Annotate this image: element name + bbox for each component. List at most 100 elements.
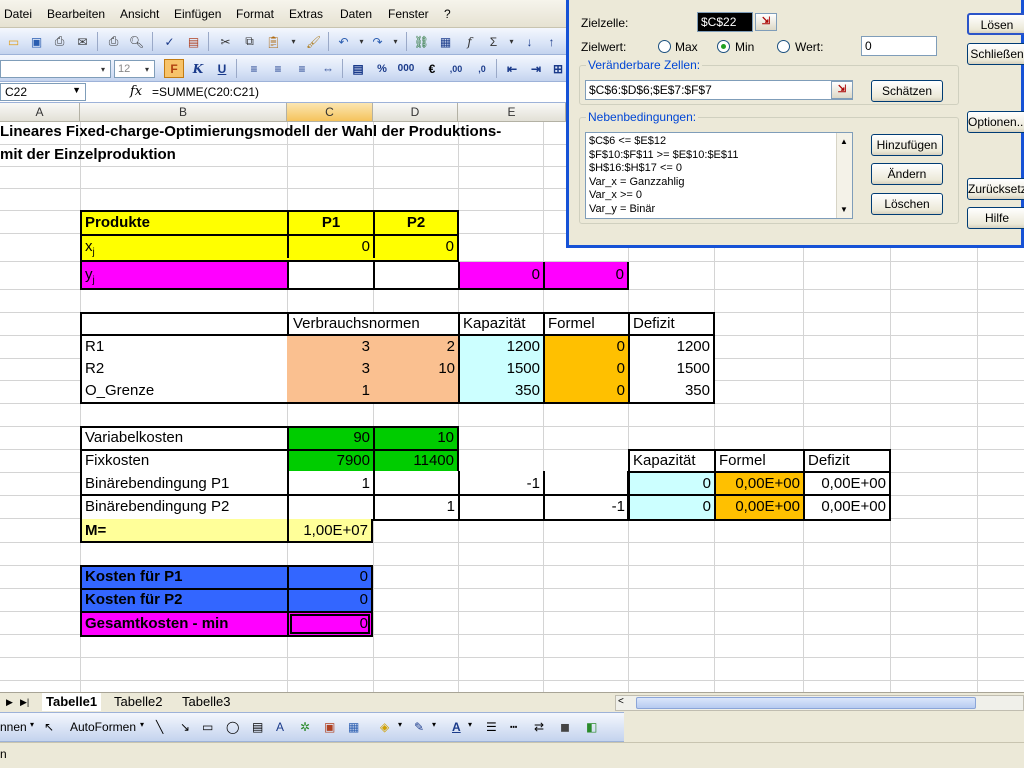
chart-icon[interactable]: ▦: [436, 32, 455, 51]
fill-color-icon[interactable]: ◈: [380, 720, 389, 734]
chevron-down-icon[interactable]: ▾: [398, 720, 402, 729]
menu-extras[interactable]: Extras: [289, 7, 323, 21]
collapse-dialog-icon[interactable]: ⇲: [831, 81, 853, 99]
increase-decimal-icon[interactable]: ,00: [446, 59, 466, 78]
research-icon[interactable]: ▤: [184, 32, 203, 51]
scroll-up-icon[interactable]: ▲: [840, 135, 848, 149]
column-header-c[interactable]: C: [287, 103, 373, 122]
autosum-dropdown-icon[interactable]: ▾: [502, 32, 521, 51]
zuruecksetzen-button[interactable]: Zurücksetzen: [967, 178, 1024, 200]
table-cell[interactable]: 0: [630, 473, 714, 495]
redo-icon[interactable]: ↷: [368, 32, 387, 51]
chevron-down-icon[interactable]: ▾: [140, 720, 144, 729]
hinzufuegen-button[interactable]: Hinzufügen: [871, 134, 943, 156]
table-cell[interactable]: 0: [545, 336, 628, 358]
decrease-indent-icon[interactable]: ⇤: [502, 59, 522, 78]
arrow-tool-icon[interactable]: ↘: [180, 720, 190, 734]
underline-button[interactable]: U: [212, 59, 232, 78]
zielzelle-input[interactable]: $C$22: [697, 12, 753, 32]
kosten-p2-cell[interactable]: 0: [289, 589, 371, 611]
table-cell[interactable]: 11400: [375, 450, 457, 472]
autoformen-menu[interactable]: AutoFormen: [70, 720, 136, 734]
function-icon[interactable]: f: [460, 32, 479, 51]
column-header-e[interactable]: E: [458, 103, 566, 122]
menu-help[interactable]: ?: [444, 7, 451, 21]
new-icon[interactable]: ▭: [4, 32, 23, 51]
scrollbar-thumb[interactable]: [636, 697, 976, 709]
function-wizard-icon[interactable]: fx: [130, 84, 142, 99]
print-preview-icon[interactable]: 🔍︎: [127, 32, 146, 51]
table-cell[interactable]: 350: [630, 380, 713, 402]
table-cell[interactable]: 350: [460, 380, 543, 402]
name-box[interactable]: C22 ▼: [0, 83, 86, 101]
x-p2-cell[interactable]: 0: [373, 236, 457, 258]
euro-icon[interactable]: €: [422, 59, 442, 78]
select-pointer-icon[interactable]: ↖: [44, 720, 54, 734]
m-value-cell[interactable]: 1,00E+07: [289, 520, 371, 542]
textbox-tool-icon[interactable]: ▤: [252, 720, 263, 734]
table-cell[interactable]: 0,00E+00: [716, 496, 803, 518]
font-color-icon[interactable]: A: [452, 720, 461, 734]
draw-menu[interactable]: nnen: [0, 720, 27, 734]
table-cell[interactable]: 1200: [460, 336, 543, 358]
scroll-down-icon[interactable]: ▼: [840, 203, 848, 217]
schaetzen-button[interactable]: Schätzen: [871, 80, 943, 102]
table-cell[interactable]: 10: [373, 358, 458, 380]
tab-scroll-last-icon[interactable]: ▶|: [16, 693, 33, 711]
diagram-icon[interactable]: ✲: [300, 720, 310, 734]
tab-scroll-next-icon[interactable]: ▶: [2, 693, 17, 711]
copy-icon[interactable]: ⧉: [240, 32, 259, 51]
shadow-style-icon[interactable]: ◼: [560, 720, 570, 734]
column-header-b[interactable]: B: [80, 103, 287, 122]
table-cell[interactable]: 7900: [289, 450, 373, 472]
menu-fenster[interactable]: Fenster: [388, 7, 429, 21]
table-cell[interactable]: 2: [373, 336, 458, 358]
list-item[interactable]: $C$6 <= $E$12: [589, 135, 849, 149]
table-cell[interactable]: 0,00E+00: [805, 473, 889, 495]
veraenderbare-zellen-input[interactable]: $C$6:$D$6;$E$7:$F$7: [585, 80, 853, 100]
list-item[interactable]: $F$10:$F$11 >= $E$10:$E$11: [589, 149, 849, 163]
arrow-style-icon[interactable]: ⇄: [534, 720, 544, 734]
rectangle-tool-icon[interactable]: ▭: [202, 720, 213, 734]
kosten-p1-cell[interactable]: 0: [289, 566, 371, 588]
list-item[interactable]: Var_x >= 0: [589, 189, 849, 203]
x-p1-cell[interactable]: 0: [287, 236, 373, 258]
y-e-cell[interactable]: 0: [460, 264, 543, 286]
table-cell[interactable]: 90: [289, 427, 373, 449]
constraints-list[interactable]: $C$6 <= $E$12 $F$10:$F$11 >= $E$10:$E$11…: [585, 132, 853, 219]
3d-style-icon[interactable]: ◧: [586, 720, 597, 734]
menu-format[interactable]: Format: [236, 7, 274, 21]
sort-ascending-icon[interactable]: ↓: [520, 32, 539, 51]
loesen-button[interactable]: Lösen: [967, 13, 1024, 35]
horizontal-scrollbar[interactable]: <: [615, 695, 1024, 711]
undo-icon[interactable]: ↶: [334, 32, 353, 51]
autosum-icon[interactable]: Σ: [484, 32, 503, 51]
align-left-icon[interactable]: ≡: [244, 59, 264, 78]
wordart-icon[interactable]: A: [276, 720, 284, 734]
currency-icon[interactable]: ▤: [348, 59, 368, 78]
tab-tabelle1[interactable]: Tabelle1: [42, 693, 102, 711]
thousands-icon[interactable]: 000: [396, 59, 416, 78]
list-item[interactable]: $H$16:$H$17 <= 0: [589, 162, 849, 176]
menu-einfuegen[interactable]: Einfügen: [174, 7, 221, 21]
table-cell[interactable]: 1200: [630, 336, 713, 358]
align-right-icon[interactable]: ≡: [292, 59, 312, 78]
table-cell[interactable]: 0,00E+00: [805, 496, 889, 518]
chevron-down-icon[interactable]: ▾: [432, 720, 436, 729]
format-painter-icon[interactable]: 🖌︎: [304, 32, 323, 51]
dash-style-icon[interactable]: ┅: [510, 720, 517, 734]
menu-bearbeiten[interactable]: Bearbeiten: [47, 7, 105, 21]
column-header-a[interactable]: A: [0, 103, 80, 122]
constraints-scrollbar[interactable]: ▲ ▼: [836, 133, 852, 218]
table-cell[interactable]: -1: [545, 496, 628, 518]
list-item[interactable]: Var_y = Binär: [589, 203, 849, 217]
gesamtkosten-cell[interactable]: 0: [289, 613, 371, 635]
formula-input[interactable]: =SUMME(C20:C21): [152, 85, 259, 99]
table-cell[interactable]: 1: [289, 473, 373, 495]
column-header-d[interactable]: D: [373, 103, 458, 122]
chevron-down-icon[interactable]: ▾: [468, 720, 472, 729]
hilfe-button[interactable]: Hilfe: [967, 207, 1024, 229]
email-icon[interactable]: ✉: [73, 32, 92, 51]
line-style-icon[interactable]: ☰: [486, 720, 497, 734]
collapse-dialog-icon[interactable]: ⇲: [755, 13, 777, 31]
